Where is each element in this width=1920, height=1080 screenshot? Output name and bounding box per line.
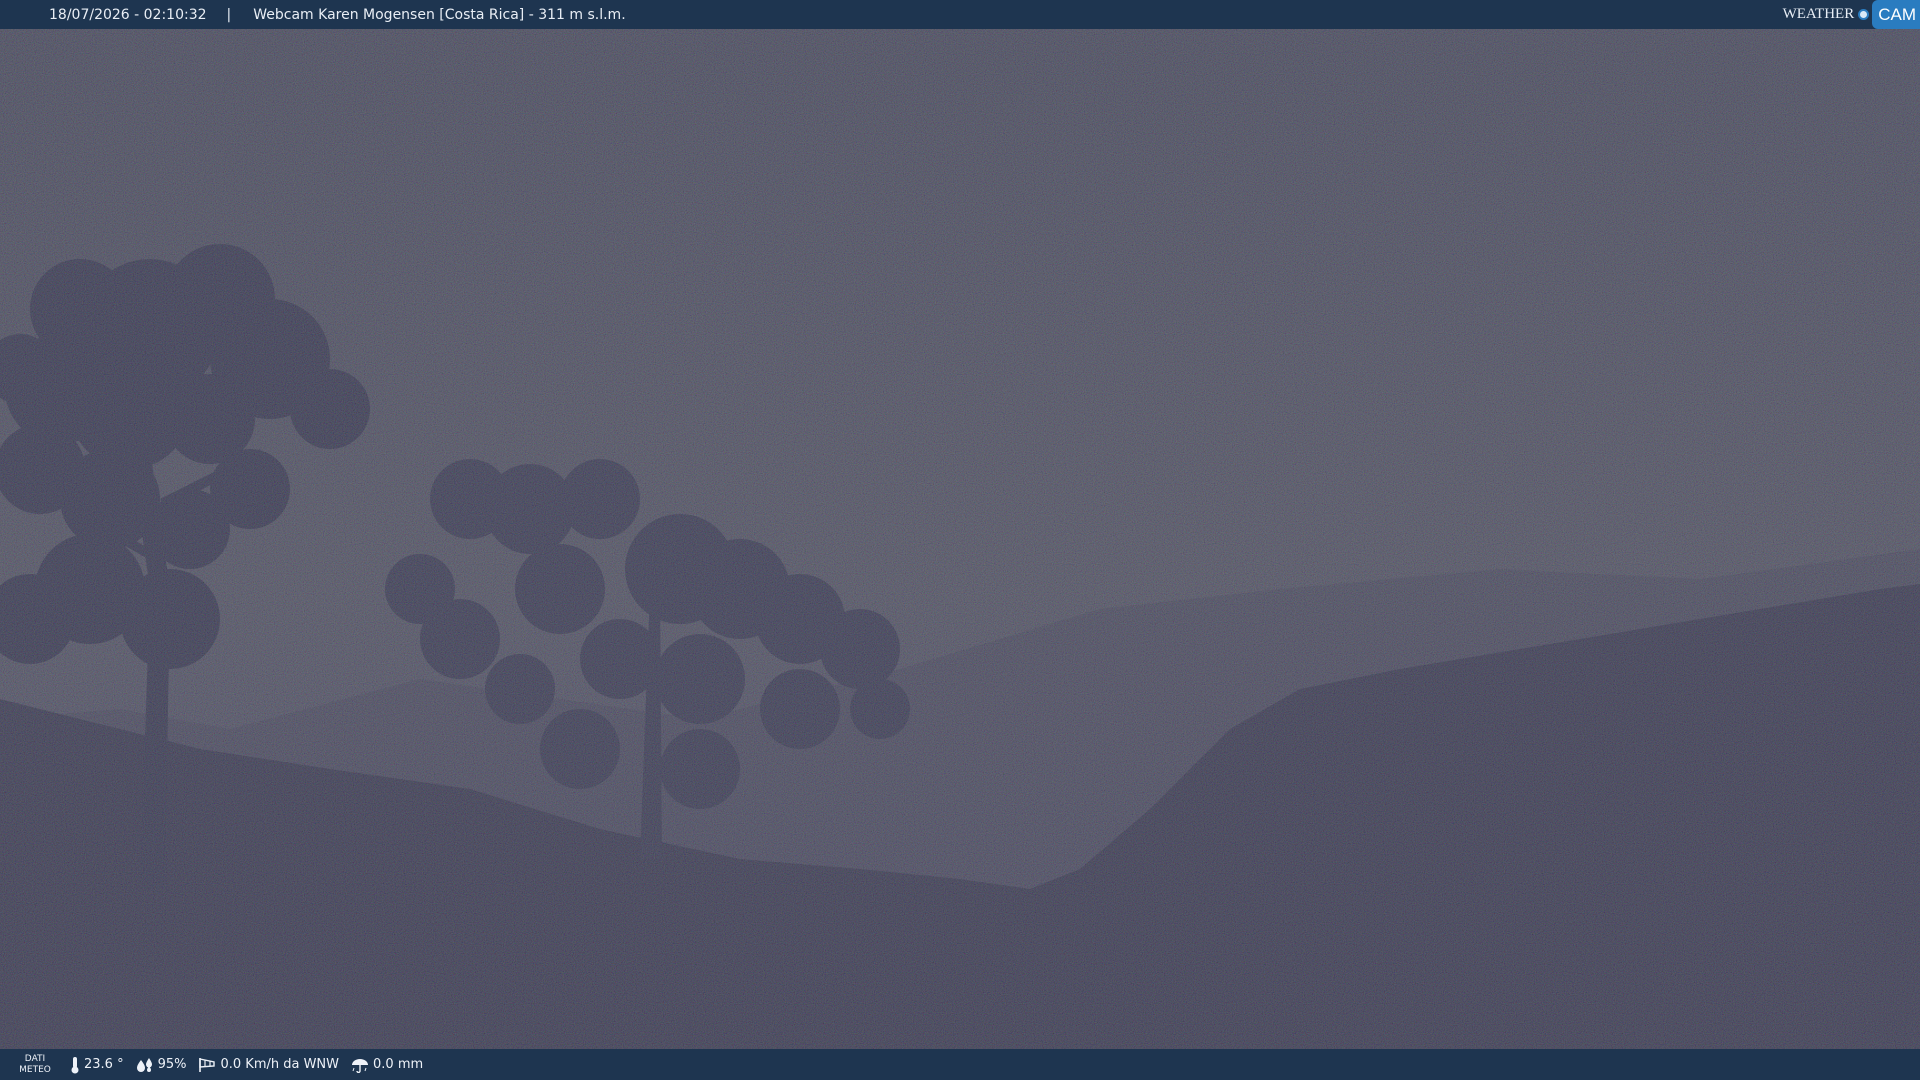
logo-word-cam: CAM (1872, 0, 1920, 29)
wind-reading: 0.0 Km/h da WNW (198, 1057, 339, 1073)
humidity-value: 95% (157, 1057, 187, 1072)
webcam-image (0, 29, 1920, 1049)
logo-word-weather: WEATHER (1782, 6, 1855, 22)
sensor-noise (0, 29, 1920, 1049)
thermometer-icon (71, 1056, 79, 1073)
rain-value: 0.0 mm (373, 1057, 424, 1072)
capture-datetime: 18/07/2026 - 02:10:32 (49, 6, 207, 23)
temperature-value: 23.6 ° (84, 1057, 124, 1072)
rain-umbrella-icon (352, 1058, 369, 1073)
header-separator: | (226, 6, 232, 23)
temperature-reading: 23.6 ° (70, 1056, 124, 1074)
weather-label-line1: DATI (24, 1053, 46, 1064)
webcam-frame: 18/07/2026 - 02:10:32 | Webcam Karen Mog… (0, 0, 1920, 1080)
humidity-drops-icon (136, 1057, 152, 1072)
wind-value: 0.0 Km/h da WNW (220, 1057, 340, 1072)
weather-data-label: DATI METEO (0, 1054, 70, 1076)
weather-label-line2: METEO (19, 1064, 51, 1075)
weathercam-logo: WEATHER CAM (1783, 0, 1920, 29)
weather-data-bar: DATI METEO 23.6 ° 95% 0.0 Km/h da WNW 0.… (0, 1049, 1920, 1080)
humidity-reading: 95% (136, 1057, 187, 1073)
logo-dot-icon (1858, 9, 1870, 20)
rain-reading: 0.0 mm (351, 1057, 423, 1073)
wind-sock-icon (199, 1057, 216, 1072)
webcam-title: Webcam Karen Mogensen [Costa Rica] - 311… (253, 6, 626, 23)
webcam-header-bar: 18/07/2026 - 02:10:32 | Webcam Karen Mog… (0, 0, 1920, 29)
